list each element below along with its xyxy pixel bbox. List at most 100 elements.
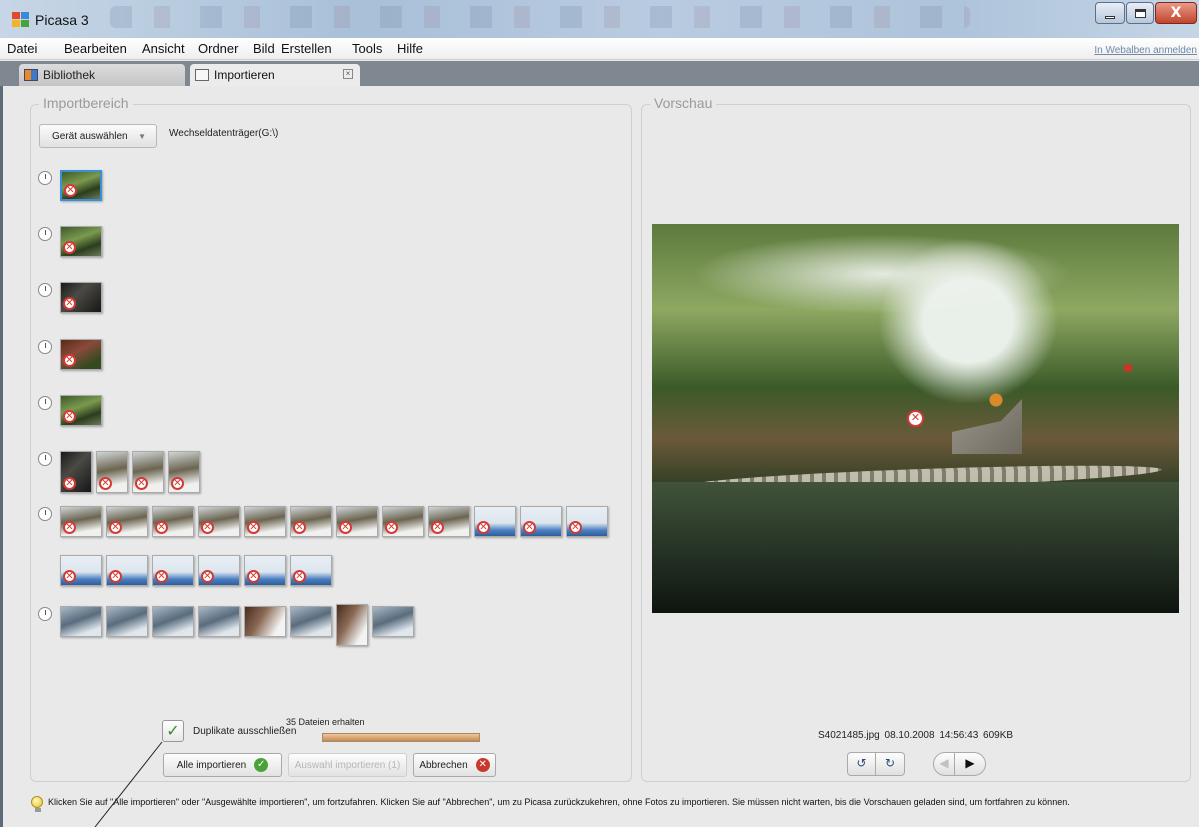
dropdown-arrow-icon: ▼: [138, 132, 146, 141]
excluded-mark-icon: ✕: [155, 521, 168, 534]
excluded-mark-icon: ✕: [569, 521, 582, 534]
clock-icon[interactable]: [38, 283, 52, 297]
rotate-left-button[interactable]: ↺: [847, 752, 876, 776]
excluded-mark-icon: ✕: [135, 477, 148, 490]
maximize-icon: [1134, 8, 1146, 18]
previous-button[interactable]: ◀: [933, 752, 955, 776]
menu-ansicht[interactable]: Ansicht: [142, 41, 185, 56]
excluded-mark-icon: ✕: [201, 570, 214, 583]
photo-thumbnail[interactable]: [372, 606, 414, 637]
clock-icon[interactable]: [38, 171, 52, 185]
excluded-mark-icon: ✕: [64, 184, 77, 197]
import-selected-button[interactable]: Auswahl importieren (1): [288, 753, 407, 777]
photo-thumbnail[interactable]: ✕: [244, 555, 286, 586]
menu-erstellen[interactable]: Erstellen: [281, 41, 332, 56]
excluded-mark-icon: ✕: [293, 521, 306, 534]
select-device-dropdown[interactable]: Gerät auswählen ▼: [39, 124, 157, 148]
close-icon: X: [1170, 5, 1182, 21]
photo-thumbnail[interactable]: [60, 606, 102, 637]
web-albums-login-link[interactable]: In Webalben anmelden: [1094, 45, 1197, 56]
device-path: Wechseldatenträger(G:\): [169, 128, 279, 139]
exclude-duplicates-checkbox[interactable]: ✓: [162, 720, 184, 742]
preview-image[interactable]: ✕: [652, 224, 1179, 613]
photo-thumbnail[interactable]: ✕: [60, 395, 102, 426]
excluded-mark-icon: ✕: [385, 521, 398, 534]
photo-thumbnail[interactable]: ✕: [60, 555, 102, 586]
photo-thumbnail[interactable]: ✕: [96, 451, 128, 493]
lightbulb-icon: [31, 796, 45, 812]
photo-thumbnail[interactable]: ✕: [566, 506, 608, 537]
tab-close-icon[interactable]: ×: [343, 69, 353, 79]
menu-datei[interactable]: Datei: [7, 41, 37, 56]
close-button[interactable]: X: [1155, 2, 1197, 24]
rotate-right-button[interactable]: ↻: [876, 752, 905, 776]
photo-thumbnail[interactable]: ✕: [152, 506, 194, 537]
photo-thumbnail[interactable]: ✕: [336, 506, 378, 537]
clock-icon[interactable]: [38, 396, 52, 410]
import-all-button[interactable]: Alle importieren ✓: [163, 753, 282, 777]
window-title: Picasa 3: [35, 12, 89, 28]
minimize-button[interactable]: [1095, 2, 1125, 24]
photo-thumbnail[interactable]: ✕: [244, 506, 286, 537]
clock-icon[interactable]: [38, 507, 52, 521]
menu-tools[interactable]: Tools: [352, 41, 382, 56]
photo-thumbnail[interactable]: ✕: [60, 451, 92, 493]
photo-thumbnail[interactable]: ✕: [60, 506, 102, 537]
photo-thumbnail[interactable]: [290, 606, 332, 637]
photo-thumbnail[interactable]: ✕: [428, 506, 470, 537]
photo-thumbnail[interactable]: ✕: [60, 170, 102, 201]
excluded-mark-icon: ✕: [907, 410, 924, 427]
maximize-button[interactable]: [1126, 2, 1154, 24]
preview-file-info: S4021485.jpg 08.10.2008 14:56:43 609KB: [818, 730, 1014, 741]
photo-thumbnail[interactable]: [198, 606, 240, 637]
photo-thumbnail[interactable]: ✕: [106, 555, 148, 586]
cancel-button[interactable]: Abbrechen ✕: [413, 753, 496, 777]
menu-hilfe[interactable]: Hilfe: [397, 41, 423, 56]
excluded-mark-icon: ✕: [63, 241, 76, 254]
import-icon: [195, 69, 209, 81]
clock-icon[interactable]: [38, 340, 52, 354]
menu-bild[interactable]: Bild: [253, 41, 275, 56]
import-area-legend: Importbereich: [39, 95, 133, 111]
photo-thumbnail[interactable]: [152, 606, 194, 637]
photo-thumbnail[interactable]: ✕: [132, 451, 164, 493]
clock-icon[interactable]: [38, 607, 52, 621]
photo-thumbnail[interactable]: ✕: [520, 506, 562, 537]
photo-thumbnail[interactable]: [244, 606, 286, 637]
photo-thumbnail[interactable]: ✕: [290, 555, 332, 586]
photo-thumbnail[interactable]: ✕: [382, 506, 424, 537]
exclude-duplicates-label: Duplikate ausschließen: [193, 726, 297, 737]
menu-bearbeiten[interactable]: Bearbeiten: [64, 41, 127, 56]
photo-thumbnail[interactable]: ✕: [106, 506, 148, 537]
clock-icon[interactable]: [38, 452, 52, 466]
photo-thumbnail[interactable]: ✕: [168, 451, 200, 493]
photo-thumbnail[interactable]: [336, 604, 368, 646]
photo-thumbnail[interactable]: [106, 606, 148, 637]
tab-library[interactable]: Bibliothek: [19, 64, 185, 86]
picasa-app-icon: [12, 12, 30, 28]
title-bar: Picasa 3 X: [0, 0, 1199, 38]
tab-bar: Bibliothek Importieren ×: [0, 61, 1199, 86]
photo-thumbnail[interactable]: ✕: [60, 339, 102, 370]
excluded-mark-icon: ✕: [63, 521, 76, 534]
title-bar-background: [110, 6, 970, 28]
excluded-mark-icon: ✕: [201, 521, 214, 534]
photo-thumbnail[interactable]: ✕: [198, 506, 240, 537]
photo-thumbnail[interactable]: ✕: [198, 555, 240, 586]
clock-icon[interactable]: [38, 227, 52, 241]
menu-ordner[interactable]: Ordner: [198, 41, 238, 56]
photo-thumbnail[interactable]: ✕: [60, 226, 102, 257]
excluded-mark-icon: ✕: [155, 570, 168, 583]
import-progress-bar: [322, 733, 480, 742]
excluded-mark-icon: ✕: [109, 521, 122, 534]
photo-thumbnail[interactable]: ✕: [474, 506, 516, 537]
next-button[interactable]: ▶: [955, 752, 986, 776]
photo-thumbnail[interactable]: ✕: [152, 555, 194, 586]
tab-import[interactable]: Importieren ×: [190, 64, 360, 86]
window-left-edge: [0, 86, 3, 827]
preview-sky: [692, 234, 1072, 314]
import-selected-label: Auswahl importieren (1): [294, 759, 401, 771]
excluded-mark-icon: ✕: [171, 477, 184, 490]
photo-thumbnail[interactable]: ✕: [290, 506, 332, 537]
photo-thumbnail[interactable]: ✕: [60, 282, 102, 313]
